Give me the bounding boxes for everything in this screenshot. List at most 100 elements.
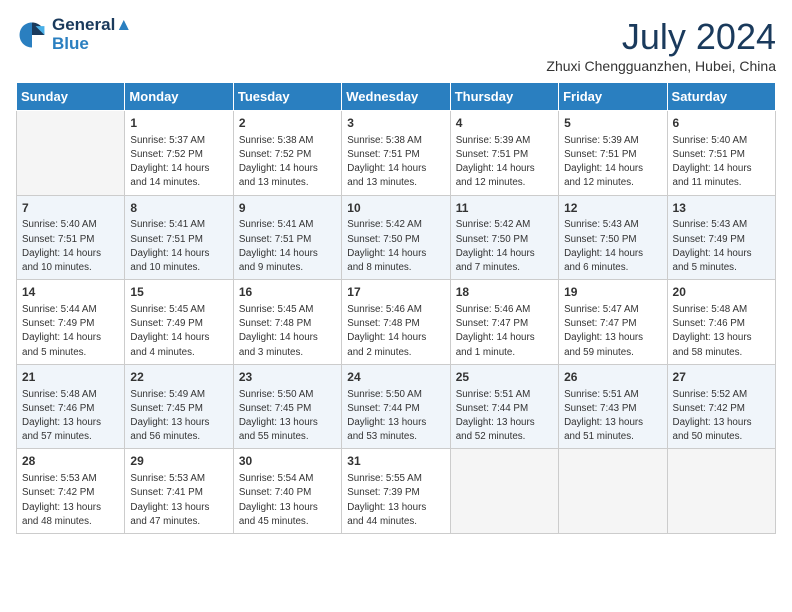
day-info: Sunrise: 5:52 AMSunset: 7:42 PMDaylight:… [673, 388, 770, 445]
day-info: Sunrise: 5:54 AMSunset: 7:40 PMDaylight:… [239, 472, 336, 529]
day-number: 8 [130, 200, 227, 217]
day-info: Sunrise: 5:38 AMSunset: 7:52 PMDaylight:… [239, 134, 336, 191]
week-row-1: 1 Sunrise: 5:37 AMSunset: 7:52 PMDaylight… [17, 111, 776, 196]
calendar-cell: 20 Sunrise: 5:48 AMSunset: 7:46 PMDayligh… [667, 280, 775, 365]
day-info: Sunrise: 5:53 AMSunset: 7:41 PMDaylight:… [130, 472, 227, 529]
day-info: Sunrise: 5:43 AMSunset: 7:49 PMDaylight:… [673, 218, 770, 275]
day-info: Sunrise: 5:39 AMSunset: 7:51 PMDaylight:… [564, 134, 661, 191]
month-title: July 2024 [546, 16, 776, 58]
week-row-3: 14Sunrise: 5:44 AMSunset: 7:49 PMDayligh… [17, 280, 776, 365]
day-number: 10 [347, 200, 444, 217]
calendar-cell: 11Sunrise: 5:42 AMSunset: 7:50 PMDayligh… [450, 195, 558, 280]
day-number: 25 [456, 369, 553, 386]
day-number: 31 [347, 453, 444, 470]
day-header-sunday: Sunday [17, 83, 125, 111]
calendar-cell: 28 Sunrise: 5:53 AMSunset: 7:42 PMDayligh… [17, 449, 125, 534]
day-number: 30 [239, 453, 336, 470]
calendar-cell: 14Sunrise: 5:44 AMSunset: 7:49 PMDayligh… [17, 280, 125, 365]
week-row-4: 21Sunrise: 5:48 AMSunset: 7:46 PMDayligh… [17, 364, 776, 449]
day-info: Sunrise: 5:49 AMSunset: 7:45 PMDaylight:… [130, 388, 227, 445]
day-number: 27 [673, 369, 770, 386]
calendar-cell: 16 Sunrise: 5:45 AMSunset: 7:48 PMDayligh… [233, 280, 341, 365]
calendar-cell: 13Sunrise: 5:43 AMSunset: 7:49 PMDayligh… [667, 195, 775, 280]
day-header-wednesday: Wednesday [342, 83, 450, 111]
calendar-cell: 1 Sunrise: 5:37 AMSunset: 7:52 PMDaylight… [125, 111, 233, 196]
logo-text: General▲ Blue [52, 16, 132, 53]
calendar-cell: 21Sunrise: 5:48 AMSunset: 7:46 PMDayligh… [17, 364, 125, 449]
day-number: 28 [22, 453, 119, 470]
calendar-header-row: SundayMondayTuesdayWednesdayThursdayFrid… [17, 83, 776, 111]
calendar-cell: 26Sunrise: 5:51 AMSunset: 7:43 PMDayligh… [559, 364, 667, 449]
day-info: Sunrise: 5:53 AMSunset: 7:42 PMDaylight:… [22, 472, 119, 529]
calendar-cell: 24 Sunrise: 5:50 AMSunset: 7:44 PMDayligh… [342, 364, 450, 449]
location: Zhuxi Chengguanzhen, Hubei, China [546, 58, 776, 74]
day-info: Sunrise: 5:38 AMSunset: 7:51 PMDaylight:… [347, 134, 444, 191]
calendar-cell: 4 Sunrise: 5:39 AMSunset: 7:51 PMDaylight… [450, 111, 558, 196]
day-header-thursday: Thursday [450, 83, 558, 111]
day-number: 12 [564, 200, 661, 217]
calendar-cell: 10Sunrise: 5:42 AMSunset: 7:50 PMDayligh… [342, 195, 450, 280]
day-info: Sunrise: 5:40 AMSunset: 7:51 PMDaylight:… [22, 218, 119, 275]
day-info: Sunrise: 5:40 AMSunset: 7:51 PMDaylight:… [673, 134, 770, 191]
day-number: 19 [564, 284, 661, 301]
day-info: Sunrise: 5:55 AMSunset: 7:39 PMDaylight:… [347, 472, 444, 529]
day-number: 29 [130, 453, 227, 470]
calendar-cell: 30 Sunrise: 5:54 AMSunset: 7:40 PMDayligh… [233, 449, 341, 534]
day-number: 18 [456, 284, 553, 301]
calendar-cell: 27 Sunrise: 5:52 AMSunset: 7:42 PMDayligh… [667, 364, 775, 449]
calendar-cell: 29 Sunrise: 5:53 AMSunset: 7:41 PMDayligh… [125, 449, 233, 534]
day-info: Sunrise: 5:44 AMSunset: 7:49 PMDaylight:… [22, 303, 119, 360]
calendar-cell: 9Sunrise: 5:41 AMSunset: 7:51 PMDaylight… [233, 195, 341, 280]
day-info: Sunrise: 5:47 AMSunset: 7:47 PMDaylight:… [564, 303, 661, 360]
calendar-cell: 31 Sunrise: 5:55 AMSunset: 7:39 PMDayligh… [342, 449, 450, 534]
day-number: 11 [456, 200, 553, 217]
day-header-saturday: Saturday [667, 83, 775, 111]
calendar-cell: 12Sunrise: 5:43 AMSunset: 7:50 PMDayligh… [559, 195, 667, 280]
calendar-cell: 25 Sunrise: 5:51 AMSunset: 7:44 PMDayligh… [450, 364, 558, 449]
day-info: Sunrise: 5:46 AMSunset: 7:47 PMDaylight:… [456, 303, 553, 360]
calendar-cell: 8Sunrise: 5:41 AMSunset: 7:51 PMDaylight… [125, 195, 233, 280]
page-header: General▲ Blue July 2024 Zhuxi Chengguanz… [16, 16, 776, 74]
title-block: July 2024 Zhuxi Chengguanzhen, Hubei, Ch… [546, 16, 776, 74]
day-number: 23 [239, 369, 336, 386]
day-info: Sunrise: 5:48 AMSunset: 7:46 PMDaylight:… [673, 303, 770, 360]
day-info: Sunrise: 5:45 AMSunset: 7:48 PMDaylight:… [239, 303, 336, 360]
day-info: Sunrise: 5:39 AMSunset: 7:51 PMDaylight:… [456, 134, 553, 191]
day-number: 4 [456, 115, 553, 132]
calendar-cell: 22 Sunrise: 5:49 AMSunset: 7:45 PMDayligh… [125, 364, 233, 449]
calendar-cell [17, 111, 125, 196]
day-number: 20 [673, 284, 770, 301]
calendar-cell: 3Sunrise: 5:38 AMSunset: 7:51 PMDaylight… [342, 111, 450, 196]
week-row-2: 7Sunrise: 5:40 AMSunset: 7:51 PMDaylight… [17, 195, 776, 280]
day-number: 15 [130, 284, 227, 301]
day-info: Sunrise: 5:42 AMSunset: 7:50 PMDaylight:… [456, 218, 553, 275]
day-number: 2 [239, 115, 336, 132]
day-number: 16 [239, 284, 336, 301]
calendar-cell: 5Sunrise: 5:39 AMSunset: 7:51 PMDaylight… [559, 111, 667, 196]
logo-icon [16, 19, 48, 51]
calendar-cell [450, 449, 558, 534]
day-number: 6 [673, 115, 770, 132]
day-info: Sunrise: 5:51 AMSunset: 7:43 PMDaylight:… [564, 388, 661, 445]
day-number: 9 [239, 200, 336, 217]
calendar-cell: 2 Sunrise: 5:38 AMSunset: 7:52 PMDaylight… [233, 111, 341, 196]
day-info: Sunrise: 5:50 AMSunset: 7:44 PMDaylight:… [347, 388, 444, 445]
day-info: Sunrise: 5:48 AMSunset: 7:46 PMDaylight:… [22, 388, 119, 445]
calendar-cell: 17Sunrise: 5:46 AMSunset: 7:48 PMDayligh… [342, 280, 450, 365]
day-number: 7 [22, 200, 119, 217]
day-info: Sunrise: 5:37 AMSunset: 7:52 PMDaylight:… [130, 134, 227, 191]
day-info: Sunrise: 5:50 AMSunset: 7:45 PMDaylight:… [239, 388, 336, 445]
day-number: 1 [130, 115, 227, 132]
day-info: Sunrise: 5:45 AMSunset: 7:49 PMDaylight:… [130, 303, 227, 360]
calendar-table: SundayMondayTuesdayWednesdayThursdayFrid… [16, 82, 776, 534]
calendar-cell [667, 449, 775, 534]
calendar-cell: 19 Sunrise: 5:47 AMSunset: 7:47 PMDayligh… [559, 280, 667, 365]
day-info: Sunrise: 5:42 AMSunset: 7:50 PMDaylight:… [347, 218, 444, 275]
calendar-cell: 18 Sunrise: 5:46 AMSunset: 7:47 PMDayligh… [450, 280, 558, 365]
day-info: Sunrise: 5:51 AMSunset: 7:44 PMDaylight:… [456, 388, 553, 445]
day-number: 13 [673, 200, 770, 217]
day-number: 24 [347, 369, 444, 386]
day-number: 22 [130, 369, 227, 386]
day-info: Sunrise: 5:43 AMSunset: 7:50 PMDaylight:… [564, 218, 661, 275]
day-info: Sunrise: 5:41 AMSunset: 7:51 PMDaylight:… [239, 218, 336, 275]
